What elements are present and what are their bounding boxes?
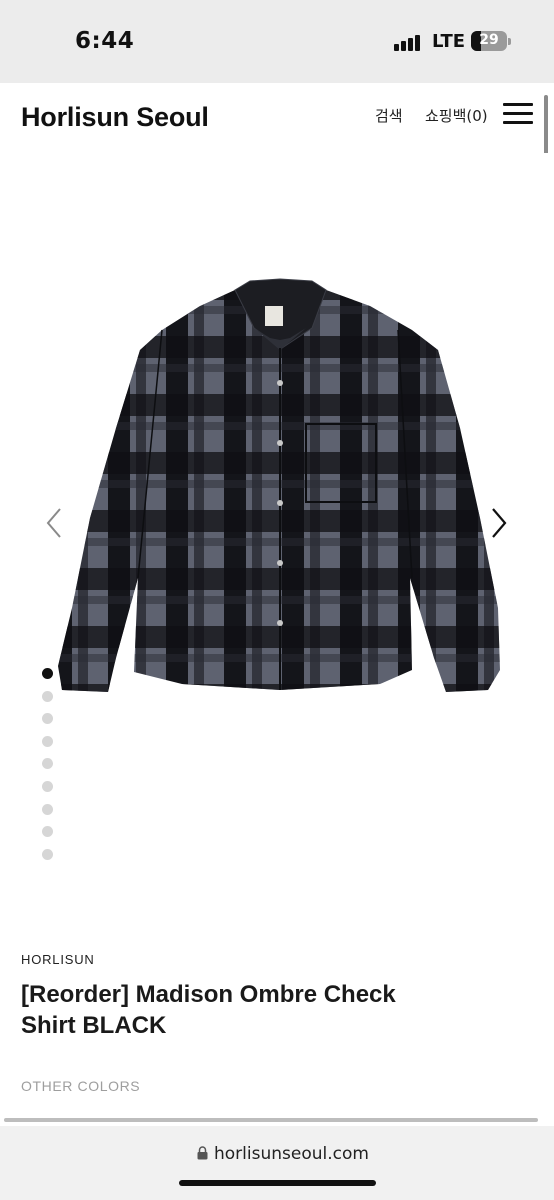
chevron-right-icon[interactable]	[487, 505, 511, 541]
hamburger-menu-icon[interactable]	[503, 103, 533, 125]
other-colors-label: OTHER COLORS	[21, 1078, 141, 1094]
battery-tip	[508, 38, 511, 45]
gallery-dot[interactable]	[42, 758, 53, 770]
site-logo[interactable]: Horlisun Seoul	[21, 102, 209, 133]
shopping-bag-link[interactable]: 쇼핑백(0)	[425, 105, 488, 126]
browser-url-bar[interactable]: horlisunseoul.com	[0, 1126, 554, 1200]
battery-icon: 29	[471, 31, 507, 51]
gallery-dot[interactable]	[42, 668, 53, 679]
product-title: [Reorder] Madison Ombre Check Shirt BLAC…	[21, 979, 521, 1041]
search-link[interactable]: 검색	[375, 105, 403, 126]
product-gallery[interactable]	[0, 153, 554, 913]
home-indicator[interactable]	[179, 1180, 376, 1186]
signal-strength-icon	[394, 33, 424, 51]
status-time: 6:44	[75, 28, 135, 54]
gallery-dot[interactable]	[42, 690, 53, 702]
site-header: Horlisun Seoul 검색 쇼핑백(0)	[0, 83, 554, 153]
gallery-dot[interactable]	[42, 735, 53, 747]
lock-icon	[197, 1146, 208, 1160]
product-title-line-1: [Reorder] Madison Ombre Check	[21, 981, 396, 1008]
network-type: LTE	[432, 31, 466, 52]
gallery-dot[interactable]	[42, 713, 53, 725]
gallery-dot[interactable]	[42, 781, 53, 792]
product-image	[58, 278, 500, 692]
product-title-line-2: Shirt BLACK	[21, 1012, 167, 1039]
gallery-dot[interactable]	[42, 848, 53, 860]
chevron-left-icon[interactable]	[42, 505, 66, 541]
gallery-dot[interactable]	[42, 803, 53, 815]
url-text[interactable]: horlisunseoul.com	[214, 1144, 369, 1164]
browser-divider	[4, 1118, 538, 1122]
battery-level: 29	[479, 32, 499, 48]
product-brand[interactable]: HORLISUN	[21, 952, 95, 967]
status-bar: 6:44 LTE 29	[0, 0, 554, 83]
gallery-dot[interactable]	[42, 826, 53, 838]
